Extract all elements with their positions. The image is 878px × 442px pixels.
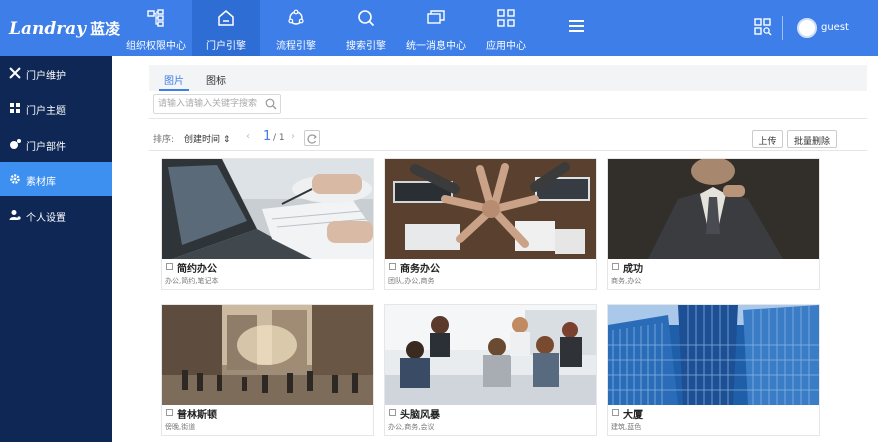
material-card[interactable]: 简约办公 办公,简约,笔记本 (161, 158, 374, 290)
laptop-photo (162, 159, 373, 259)
select-checkbox[interactable] (166, 263, 173, 270)
search-icon[interactable] (265, 98, 277, 110)
sidebar-item-label: 门户主题 (26, 106, 66, 117)
card-tags: 建筑,蓝色 (611, 423, 642, 431)
image-thumbnail[interactable] (608, 305, 819, 405)
home-icon (218, 10, 234, 26)
sidebar-item-portal-maintenance[interactable]: 门户维护 (0, 56, 112, 90)
nav-application-center[interactable]: 应用中心 (472, 0, 540, 56)
card-tags: 办公,简约,笔记本 (165, 277, 219, 285)
building-photo (608, 305, 819, 405)
nav-label: 流程引擎 (276, 41, 316, 52)
businessman-photo (608, 159, 819, 259)
prev-page-icon[interactable]: ‹ (246, 131, 250, 142)
sidebar-item-label: 个人设置 (26, 213, 66, 224)
batch-delete-button[interactable]: 批量删除 (787, 130, 837, 148)
sort-label: 排序: (153, 135, 175, 145)
nav-label: 门户引擎 (206, 41, 246, 52)
material-card[interactable]: 商务办公 团队,办公,商务 (384, 158, 597, 290)
card-tags: 团队,办公,商务 (388, 277, 435, 285)
material-card[interactable]: 成功 商务,办公 (607, 158, 820, 290)
card-title: 头脑风暴 (400, 410, 440, 421)
refresh-icon (307, 134, 317, 144)
landray-logo[interactable]: Landray 蓝凌 (9, 18, 121, 39)
flow-icon (288, 9, 304, 25)
card-title: 简约办公 (177, 264, 217, 275)
next-page-icon[interactable]: › (291, 131, 295, 142)
nav-portal-engine[interactable]: 门户引擎 (192, 0, 260, 56)
nav-label: 应用中心 (486, 41, 526, 52)
nav-label: 统一消息中心 (406, 41, 466, 52)
tools-icon (9, 67, 21, 79)
total-pages: / 1 (273, 133, 285, 143)
divider (149, 118, 867, 119)
grid-icon (497, 9, 515, 27)
select-checkbox[interactable] (612, 409, 619, 416)
logo-text-cn: 蓝凌 (90, 20, 121, 38)
top-navigation-bar: Landray 蓝凌 组织权限中心 门户引擎 流程引擎 搜索引擎 统一消息中心 应… (0, 0, 878, 56)
org-icon (147, 9, 164, 27)
card-title: 成功 (623, 264, 643, 275)
gear-icon (10, 174, 20, 184)
street-photo (162, 305, 373, 405)
nav-org-permission-center[interactable]: 组织权限中心 (122, 0, 190, 56)
refresh-button[interactable] (304, 130, 320, 146)
search-field[interactable] (153, 94, 281, 114)
card-tags: 商务,办公 (611, 277, 642, 285)
image-thumbnail[interactable] (385, 159, 596, 259)
meeting-photo (385, 305, 596, 405)
user-settings-icon (9, 210, 21, 220)
material-card[interactable]: 普林斯顿 傍晚,街道 (161, 304, 374, 436)
card-tags: 傍晚,街道 (165, 423, 196, 431)
card-tags: 办公,商务,会议 (388, 423, 435, 431)
current-page: 1 (263, 129, 272, 144)
main-content: 图片 图标 排序: 创建时间 ⇕ ‹ 1 / 1 › 上传 批量删除 (112, 56, 878, 442)
material-card[interactable]: 头脑风暴 办公,商务,会议 (384, 304, 597, 436)
image-thumbnail[interactable] (162, 159, 373, 259)
header-divider (782, 16, 783, 40)
image-thumbnail[interactable] (385, 305, 596, 405)
message-icon (427, 10, 445, 24)
select-checkbox[interactable] (166, 409, 173, 416)
search-input[interactable] (158, 97, 262, 111)
card-title: 大厦 (623, 410, 643, 421)
divider (149, 150, 867, 151)
image-thumbnail[interactable] (608, 159, 819, 259)
sidebar-item-personal-settings[interactable]: 个人设置 (0, 198, 112, 232)
username[interactable]: guest (821, 22, 849, 33)
sidebar-item-portal-widget[interactable]: 门户部件 (0, 127, 112, 161)
team-photo (385, 159, 596, 259)
image-thumbnail[interactable] (162, 305, 373, 405)
nav-unified-message-center[interactable]: 统一消息中心 (402, 0, 470, 56)
nav-flow-engine[interactable]: 流程引擎 (262, 0, 330, 56)
sort-select[interactable]: 创建时间 ⇕ (184, 132, 230, 145)
card-title: 普林斯顿 (177, 410, 217, 421)
sidebar-item-label: 门户维护 (26, 71, 66, 82)
tab-bar: 图片 图标 (149, 65, 867, 91)
apps-search-icon[interactable] (754, 18, 772, 36)
theme-icon (10, 103, 20, 113)
search-icon (358, 10, 375, 27)
sidebar-item-material-library[interactable]: 素材库 (0, 162, 112, 196)
select-checkbox[interactable] (612, 263, 619, 270)
select-checkbox[interactable] (389, 409, 396, 416)
sidebar: 门户维护 门户主题 门户部件 素材库 个人设置 (0, 56, 112, 442)
material-card[interactable]: 大厦 建筑,蓝色 (607, 304, 820, 436)
widget-icon (10, 139, 21, 149)
upload-button[interactable]: 上传 (752, 130, 783, 148)
sidebar-item-label: 门户部件 (26, 142, 66, 153)
tab-images[interactable]: 图片 (159, 65, 189, 91)
logo-text-en: Landray (9, 19, 87, 39)
nav-search-engine[interactable]: 搜索引擎 (332, 0, 400, 56)
tab-icons[interactable]: 图标 (201, 65, 231, 91)
hamburger-menu-icon[interactable] (569, 17, 585, 39)
select-checkbox[interactable] (389, 263, 396, 270)
sidebar-item-label: 素材库 (26, 177, 56, 188)
nav-label: 组织权限中心 (126, 41, 186, 52)
nav-label: 搜索引擎 (346, 41, 386, 52)
avatar[interactable] (797, 18, 817, 38)
sidebar-item-portal-theme[interactable]: 门户主题 (0, 91, 112, 125)
card-title: 商务办公 (400, 264, 440, 275)
